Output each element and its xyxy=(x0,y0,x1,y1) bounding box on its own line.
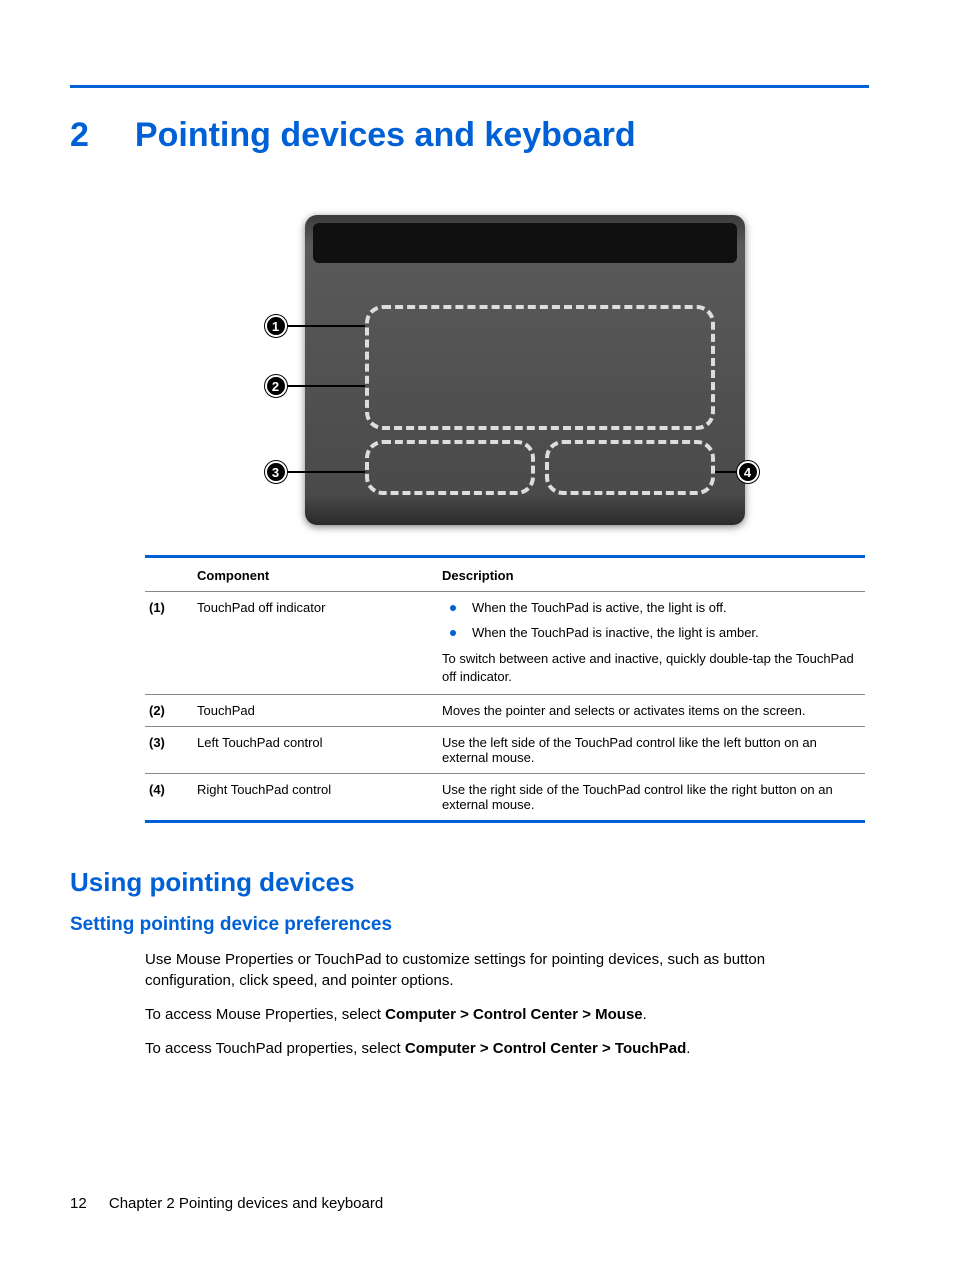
chapter-number: 2 xyxy=(70,116,89,155)
table-header-row: Component Description xyxy=(145,557,865,592)
bullet-text: When the TouchPad is active, the light i… xyxy=(472,600,727,615)
document-page: 2 Pointing devices and keyboard 1 2 3 4 … xyxy=(0,0,954,1270)
chapter-title: Pointing devices and keyboard xyxy=(135,116,636,155)
row-component: TouchPad xyxy=(193,695,438,727)
callout-badge-3: 3 xyxy=(265,461,287,483)
para-tail: . xyxy=(643,1006,647,1023)
row-number: (1) xyxy=(145,592,193,695)
row-component: Left TouchPad control xyxy=(193,727,438,774)
callout-leader-1 xyxy=(287,325,365,327)
body-paragraph: To access TouchPad properties, select Co… xyxy=(145,1039,850,1059)
bullet-icon xyxy=(450,630,456,636)
table-header-description: Description xyxy=(438,557,865,592)
row-description: Use the left side of the TouchPad contro… xyxy=(438,727,865,774)
touchpad-top-strip xyxy=(313,223,737,263)
body-paragraph: Use Mouse Properties or TouchPad to cust… xyxy=(145,950,850,991)
page-number: 12 xyxy=(70,1195,87,1212)
callout-badge-4: 4 xyxy=(737,461,759,483)
footer-chapter-label: Chapter 2 Pointing devices and keyboard xyxy=(109,1195,383,1212)
row-number: (3) xyxy=(145,727,193,774)
page-footer: 12 Chapter 2 Pointing devices and keyboa… xyxy=(70,1195,383,1212)
table-row: (1) TouchPad off indicator When the Touc… xyxy=(145,592,865,695)
bullet-item: When the TouchPad is inactive, the light… xyxy=(442,625,861,640)
touchpad-figure-wrap: 1 2 3 4 xyxy=(145,215,869,525)
table-row: (4) Right TouchPad control Use the right… xyxy=(145,774,865,822)
followup-text: To switch between active and inactive, q… xyxy=(442,650,861,686)
callout-leader-3 xyxy=(287,471,365,473)
callout-badge-1: 1 xyxy=(265,315,287,337)
section-heading-h3: Setting pointing device preferences xyxy=(70,914,869,936)
para-lead: To access TouchPad properties, select xyxy=(145,1040,405,1057)
row-component: TouchPad off indicator xyxy=(193,592,438,695)
row-number: (2) xyxy=(145,695,193,727)
callout-leader-2 xyxy=(287,385,365,387)
table-header-blank xyxy=(145,557,193,592)
chapter-heading: 2 Pointing devices and keyboard xyxy=(70,116,869,155)
row-number: (4) xyxy=(145,774,193,822)
touchpad-figure: 1 2 3 4 xyxy=(265,215,750,525)
callout-leader-4 xyxy=(715,471,739,473)
top-divider xyxy=(70,85,869,88)
row-description: Use the right side of the TouchPad contr… xyxy=(438,774,865,822)
para-lead: To access Mouse Properties, select xyxy=(145,1006,385,1023)
bullet-text: When the TouchPad is inactive, the light… xyxy=(472,625,759,640)
component-table: Component Description (1) TouchPad off i… xyxy=(145,555,865,823)
row-component: Right TouchPad control xyxy=(193,774,438,822)
table-header-component: Component xyxy=(193,557,438,592)
para-bold: Computer > Control Center > Mouse xyxy=(385,1006,643,1023)
touchpad-area-outline xyxy=(365,305,715,430)
description-block: When the TouchPad is active, the light i… xyxy=(442,600,861,686)
table-row: (3) Left TouchPad control Use the left s… xyxy=(145,727,865,774)
touchpad-right-button-outline xyxy=(545,440,715,495)
callout-badge-2: 2 xyxy=(265,375,287,397)
para-bold: Computer > Control Center > TouchPad xyxy=(405,1040,686,1057)
para-tail: . xyxy=(686,1040,690,1057)
section-heading-h2: Using pointing devices xyxy=(70,867,869,898)
table-row: (2) TouchPad Moves the pointer and selec… xyxy=(145,695,865,727)
touchpad-left-button-outline xyxy=(365,440,535,495)
bullet-icon xyxy=(450,605,456,611)
row-description: When the TouchPad is active, the light i… xyxy=(438,592,865,695)
body-paragraph: To access Mouse Properties, select Compu… xyxy=(145,1005,850,1025)
row-description: Moves the pointer and selects or activat… xyxy=(438,695,865,727)
bullet-item: When the TouchPad is active, the light i… xyxy=(442,600,861,615)
